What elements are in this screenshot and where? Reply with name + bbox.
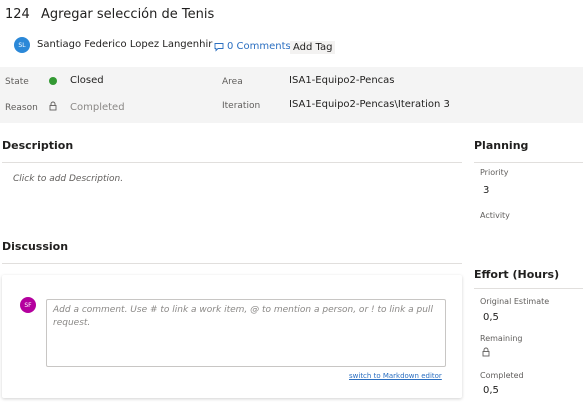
completed-field[interactable]: 0,5: [483, 385, 499, 396]
discussion-title: Discussion: [2, 240, 69, 253]
area-field[interactable]: ISA1-Equipo2-Pencas: [289, 75, 395, 86]
original-estimate-field[interactable]: 0,5: [483, 312, 499, 323]
description-field[interactable]: Click to add Description.: [13, 174, 123, 184]
planning-title: Planning: [474, 139, 529, 152]
iteration-field[interactable]: ISA1-Equipo2-Pencas\Iteration 3: [289, 99, 450, 110]
add-tag-button[interactable]: Add Tag: [290, 41, 336, 54]
effort-title: Effort (Hours): [474, 268, 560, 281]
description-title: Description: [2, 139, 74, 152]
activity-field[interactable]: [480, 223, 580, 237]
effort-divider: [474, 288, 583, 289]
comments-link[interactable]: 0 Comments: [214, 41, 291, 52]
state-status-dot: [49, 77, 57, 85]
comment-input[interactable]: Add a comment. Use # to link a work item…: [46, 299, 446, 367]
remaining-label: Remaining: [480, 334, 523, 343]
comments-count-label: 0 Comments: [227, 41, 291, 52]
markdown-editor-link[interactable]: switch to Markdown editor: [349, 372, 442, 380]
discussion-divider: [2, 263, 462, 264]
area-label: Area: [222, 77, 243, 87]
planning-divider: [474, 162, 583, 163]
priority-label: Priority: [480, 168, 509, 177]
owner-avatar[interactable]: SL: [14, 37, 30, 53]
description-divider: [2, 162, 462, 163]
reason-field: Completed: [70, 102, 125, 113]
remaining-lock-icon: [482, 347, 490, 357]
activity-label: Activity: [480, 211, 510, 220]
original-estimate-label: Original Estimate: [480, 297, 550, 306]
state-label: State: [5, 77, 29, 87]
completed-label: Completed: [480, 371, 524, 380]
iteration-label: Iteration: [222, 101, 261, 111]
comment-icon: [214, 42, 224, 52]
reason-label: Reason: [5, 103, 38, 113]
work-item-id: 124: [5, 7, 30, 22]
priority-field[interactable]: 3: [483, 185, 489, 196]
lock-icon: [49, 101, 57, 111]
state-field[interactable]: Closed: [70, 75, 104, 86]
commenter-avatar: SF: [20, 297, 36, 313]
work-item-title[interactable]: Agregar selección de Tenis: [41, 7, 214, 22]
owner-name[interactable]: Santiago Federico Lopez Langenhir: [37, 39, 212, 50]
